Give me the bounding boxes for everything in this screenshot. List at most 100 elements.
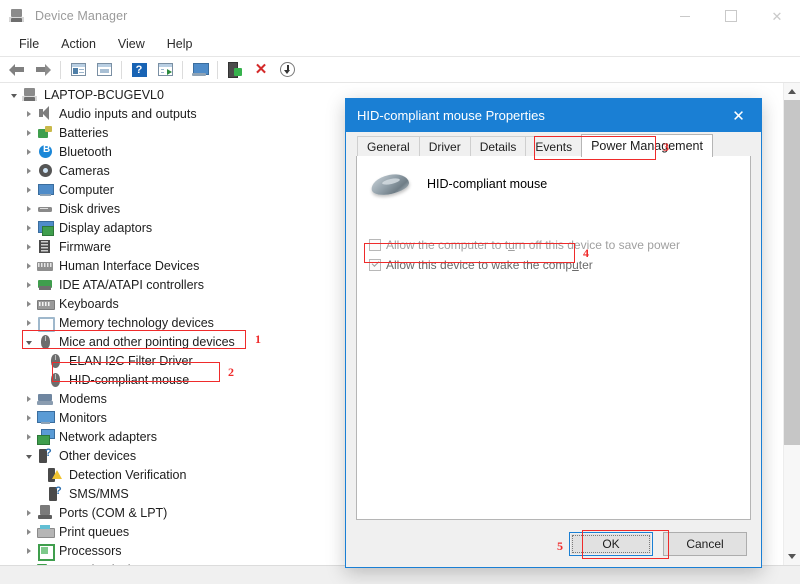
allow-turn-off-device-row[interactable]: Allow the computer to turn off this devi… [369,238,750,255]
enable-device-icon [228,62,242,78]
other-device-icon [37,447,54,464]
tree-row-label: Memory technology devices [59,316,214,330]
tree-row-label: Cameras [59,164,110,178]
scan-for-hardware-changes-button[interactable] [187,58,213,82]
cancel-button[interactable]: Cancel [663,531,747,556]
maximize-button[interactable] [708,0,754,32]
chevron-right-icon[interactable] [21,408,37,427]
tree-row-label: HID-compliant mouse [69,373,190,387]
tree-row-label: Audio inputs and outputs [59,107,197,121]
show-hide-console-tree-button[interactable] [65,58,91,82]
menu-item-view[interactable]: View [107,34,156,55]
chevron-right-icon[interactable] [21,389,37,408]
network-adapter-icon [37,428,55,445]
vertical-scrollbar[interactable] [783,83,800,565]
bluetooth-icon [37,144,54,160]
allow-turn-off-device-checkbox[interactable] [369,239,381,251]
properties-icon [96,63,112,76]
chevron-right-icon[interactable] [21,294,37,313]
keyboard-icon [37,296,55,312]
allow-wake-computer-label: Allow this device to wake the computer [386,258,593,272]
enable-device-button[interactable] [222,58,248,82]
chevron-right-icon[interactable] [21,218,37,237]
chevron-right-icon[interactable] [21,142,37,161]
toolbar-separator [217,60,218,79]
chevron-right-icon[interactable] [21,522,37,541]
back-button[interactable] [4,58,30,82]
dialog-tabstrip: General Driver Details Events Power Mana… [346,132,761,157]
tab-events[interactable]: Events [525,136,583,157]
modem-icon [37,391,54,407]
chevron-right-icon[interactable] [21,199,37,218]
scroll-down-arrow-icon[interactable] [784,548,800,565]
toolbar-separator [121,60,122,79]
menu-item-file[interactable]: File [8,34,50,55]
chevron-down-icon[interactable] [21,446,37,465]
tree-row-label: Modems [59,392,107,406]
uninstall-device-icon: ✕ [254,61,268,78]
tree-row-label: Security devices [59,562,150,565]
chevron-right-icon[interactable] [21,104,37,123]
tree-row-label: IDE ATA/ATAPI controllers [59,278,204,292]
tree-row-label: Bluetooth [59,145,112,159]
menu-item-action[interactable]: Action [50,34,107,55]
mouse-illustration-icon [369,170,413,198]
forward-button[interactable] [30,58,56,82]
show-hide-console-tree-icon [70,63,86,76]
allow-wake-computer-row[interactable]: Allow this device to wake the computer [369,258,750,275]
annotation-number-2: 2 [228,365,234,379]
scan-for-hardware-changes-icon [192,62,209,77]
window-title: Device Manager [35,9,128,23]
chevron-down-icon[interactable] [6,85,22,104]
monitor-icon [37,410,55,426]
scroll-up-arrow-icon[interactable] [784,83,800,100]
toolbar-separator [182,60,183,79]
display-adaptor-icon [37,220,54,236]
tree-row-label: Network adapters [59,430,157,444]
tab-driver[interactable]: Driver [418,136,471,157]
power-options-group: Allow the computer to turn off this devi… [369,238,750,275]
forward-icon [35,63,51,76]
chevron-right-icon[interactable] [21,237,37,256]
disable-device-button[interactable] [274,58,300,82]
chevron-right-icon[interactable] [21,427,37,446]
chevron-right-icon[interactable] [21,560,37,565]
uninstall-device-button[interactable]: ✕ [248,58,274,82]
chevron-right-icon[interactable] [21,161,37,180]
close-icon[interactable]: ✕ [754,0,800,32]
tree-row-label: ELAN I2C Filter Driver [69,354,193,368]
device-manager-icon [9,8,26,24]
chevron-down-icon[interactable] [21,332,37,351]
allow-wake-computer-checkbox[interactable] [369,259,381,271]
annotation-number-4: 4 [583,246,589,260]
scrollbar-thumb[interactable] [784,100,800,445]
chevron-right-icon[interactable] [21,256,37,275]
help-button[interactable]: ? [126,58,152,82]
dialog-footer: OK Cancel [346,520,761,567]
chevron-right-icon[interactable] [21,313,37,332]
tab-power-management[interactable]: Power Management [581,134,713,157]
device-properties-dialog: HID-compliant mouse Properties ✕ General… [345,98,762,568]
chevron-right-icon[interactable] [21,275,37,294]
dialog-close-icon[interactable]: ✕ [716,99,761,132]
printer-icon [37,524,55,540]
chevron-right-icon[interactable] [21,180,37,199]
chevron-right-icon[interactable] [21,541,37,560]
tree-row-label: Print queues [59,525,130,539]
chevron-right-icon[interactable] [21,503,37,522]
memory-device-icon [37,315,55,332]
tree-row-label: Computer [59,183,114,197]
properties-button[interactable] [91,58,117,82]
other-device-icon [47,485,64,502]
minimize-button[interactable] [662,0,708,32]
ok-button[interactable]: OK [569,531,653,556]
security-device-icon [37,562,54,565]
dialog-title: HID-compliant mouse Properties [357,108,545,123]
tab-details[interactable]: Details [469,136,527,157]
dialog-content-panel: HID-compliant mouse Allow the computer t… [356,156,751,520]
menu-item-help[interactable]: Help [156,34,204,55]
tab-general[interactable]: General [357,136,420,157]
annotation-number-3: 3 [663,140,669,154]
chevron-right-icon[interactable] [21,123,37,142]
update-driver-button[interactable] [152,58,178,82]
